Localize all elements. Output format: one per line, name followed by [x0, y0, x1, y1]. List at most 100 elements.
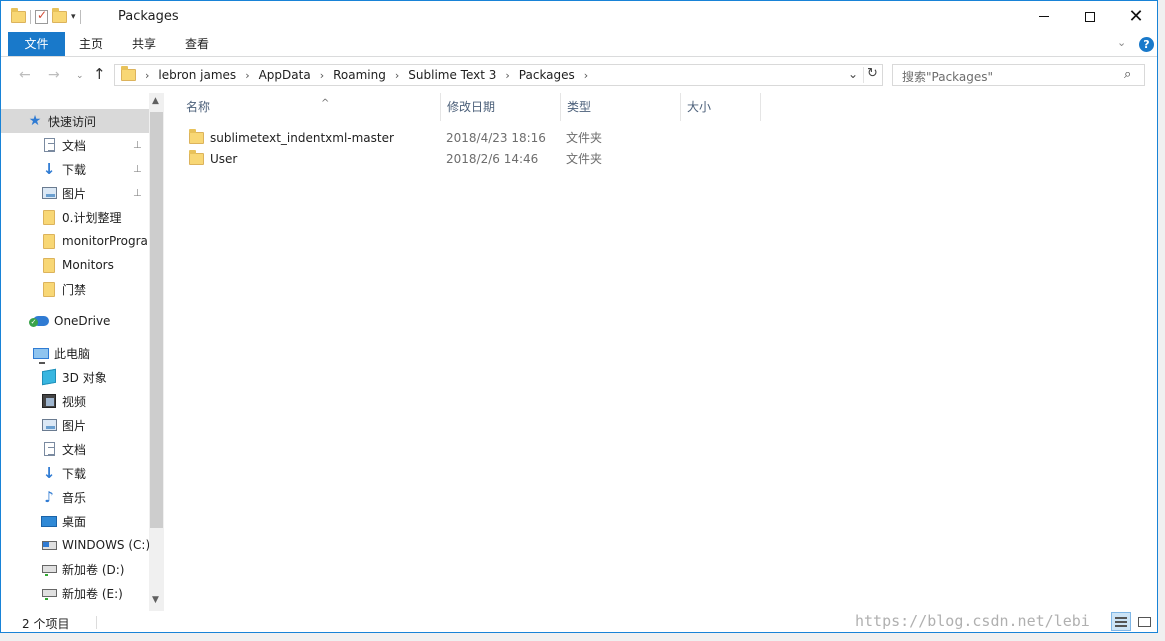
desktop-icon: [41, 513, 57, 529]
sidebar-item-folder[interactable]: Monitors: [1, 253, 149, 277]
breadcrumb-separator[interactable]: ›: [584, 69, 588, 82]
maximize-icon: [1085, 11, 1095, 22]
sidebar-item-drive-e[interactable]: 新加卷 (E:): [1, 581, 149, 605]
navigation-pane[interactable]: ★ 快速访问 文档 ⊥ ↓ 下载 ⊥ 图片 ⊥ 0.计划整理 monitorPr…: [1, 93, 165, 611]
column-header-size[interactable]: 大小: [681, 93, 761, 121]
sidebar-item-videos[interactable]: 视频: [1, 389, 149, 413]
address-dropdown-icon[interactable]: ⌄: [848, 67, 858, 81]
sidebar-item-downloads[interactable]: ↓ 下载 ⊥: [1, 157, 149, 181]
sidebar-item-pictures[interactable]: 图片: [1, 413, 149, 437]
download-icon: ↓: [42, 464, 56, 482]
folder-icon: [41, 209, 57, 225]
sidebar-item-pictures[interactable]: 图片 ⊥: [1, 181, 149, 205]
column-header-date[interactable]: 修改日期: [441, 93, 561, 121]
forward-icon[interactable]: →: [48, 67, 60, 83]
breadcrumb-separator[interactable]: ›: [320, 69, 324, 82]
sidebar-item-music[interactable]: ♪ 音乐: [1, 485, 149, 509]
toolbar-divider: [79, 10, 81, 24]
search-input[interactable]: 搜索"Packages": [902, 68, 993, 85]
details-view-button[interactable]: [1111, 612, 1131, 631]
sidebar-item-desktop[interactable]: 桌面: [1, 509, 149, 533]
column-header-name[interactable]: 名称 ^: [180, 93, 441, 121]
sidebar-item-drive-d[interactable]: 新加卷 (D:): [1, 557, 149, 581]
tab-share[interactable]: 共享: [117, 32, 171, 56]
file-type: 文件夹: [566, 152, 603, 166]
search-box[interactable]: 搜索"Packages" ⌕: [892, 64, 1145, 86]
breadcrumb-packages[interactable]: Packages: [519, 68, 575, 82]
recent-locations-icon[interactable]: ⌄: [76, 71, 84, 81]
search-icon[interactable]: ⌕: [1124, 67, 1131, 82]
pin-icon[interactable]: ⊥: [133, 188, 142, 199]
folder-icon: [189, 128, 204, 144]
sidebar-item-documents[interactable]: 文档 ⊥: [1, 133, 149, 157]
help-icon[interactable]: ?: [1139, 37, 1154, 52]
expand-ribbon-icon[interactable]: ⌄: [1117, 36, 1126, 49]
scroll-down-icon[interactable]: ▼: [152, 595, 159, 605]
pin-icon[interactable]: ⊥: [133, 140, 142, 151]
breadcrumb-separator[interactable]: ›: [145, 69, 149, 82]
up-icon[interactable]: ↑: [93, 65, 106, 83]
address-bar[interactable]: › lebron james › AppData › Roaming › Sub…: [114, 64, 883, 86]
large-icons-view-button[interactable]: [1134, 612, 1154, 631]
large-icons-view-icon: [1137, 616, 1151, 627]
watermark: https://blog.csdn.net/lebi: [855, 612, 1090, 630]
file-name: sublimetext_indentxml-master: [210, 130, 394, 145]
breadcrumb-roaming[interactable]: Roaming: [333, 68, 386, 82]
sidebar-item-drive-c[interactable]: WINDOWS (C:): [1, 533, 149, 557]
sidebar-item-documents[interactable]: 文档: [1, 437, 149, 461]
file-date: 2018/4/23 18:16: [446, 130, 546, 145]
details-view-icon: [1115, 616, 1127, 627]
scrollbar-thumb[interactable]: [150, 112, 163, 528]
folder-icon: [41, 233, 57, 249]
sidebar-item-downloads[interactable]: ↓ 下载: [1, 461, 149, 485]
folder-icon: [41, 257, 57, 273]
pin-icon[interactable]: ⊥: [133, 164, 142, 175]
sidebar-item-onedrive[interactable]: OneDrive: [1, 309, 149, 333]
title-bar[interactable]: ▾ Packages ✕: [1, 1, 1157, 32]
breadcrumb-sublime[interactable]: Sublime Text 3: [408, 68, 496, 82]
sidebar-item-this-pc[interactable]: 此电脑: [1, 341, 149, 365]
new-folder-icon[interactable]: [52, 8, 67, 23]
sidebar-item-folder[interactable]: 门禁: [1, 277, 149, 301]
breadcrumb-user[interactable]: lebron james: [158, 68, 236, 82]
picture-icon: [41, 417, 57, 433]
breadcrumb-separator[interactable]: ›: [505, 69, 509, 82]
customize-toolbar-icon[interactable]: ▾: [71, 12, 76, 22]
sidebar-item-3d-objects[interactable]: 3D 对象: [1, 365, 149, 389]
breadcrumb-appdata[interactable]: AppData: [259, 68, 311, 82]
tab-file[interactable]: 文件: [8, 32, 65, 56]
table-row[interactable]: sublimetext_indentxml-master 2018/4/23 1…: [180, 127, 760, 148]
drive-icon: [41, 585, 57, 601]
file-date: 2018/2/6 14:46: [446, 151, 539, 166]
tab-view[interactable]: 查看: [171, 32, 223, 56]
folder-icon[interactable]: [11, 8, 26, 23]
scroll-up-icon[interactable]: ▲: [152, 96, 159, 106]
refresh-icon[interactable]: ↻: [867, 66, 878, 81]
maximize-button[interactable]: [1067, 1, 1113, 32]
tab-home[interactable]: 主页: [65, 32, 117, 56]
close-button[interactable]: ✕: [1113, 1, 1157, 32]
properties-icon[interactable]: [35, 8, 48, 24]
music-icon: ♪: [44, 488, 54, 506]
address-divider: [863, 67, 864, 83]
computer-icon: [33, 345, 49, 364]
table-row[interactable]: User 2018/2/6 14:46 文件夹: [180, 148, 760, 169]
toolbar-divider: [30, 10, 31, 24]
picture-icon: [41, 185, 57, 201]
download-icon: ↓: [42, 160, 56, 178]
window-title: Packages: [118, 9, 179, 24]
file-list[interactable]: 名称 ^ 修改日期 类型 大小 sublimetext_indentxml-ma…: [165, 93, 1157, 611]
sidebar-item-folder[interactable]: monitorProgra: [1, 229, 149, 253]
file-type: 文件夹: [566, 131, 603, 145]
column-header-type[interactable]: 类型: [561, 93, 681, 121]
breadcrumb-separator[interactable]: ›: [245, 69, 249, 82]
back-icon[interactable]: ←: [19, 67, 31, 83]
sidebar-item-quick-access[interactable]: ★ 快速访问: [1, 109, 149, 133]
breadcrumb-separator[interactable]: ›: [395, 69, 399, 82]
sidebar-item-folder[interactable]: 0.计划整理: [1, 205, 149, 229]
close-icon: ✕: [1128, 6, 1144, 27]
video-icon: [41, 393, 57, 409]
navigation-scrollbar[interactable]: ▲ ▼: [149, 93, 164, 611]
column-header-label: 名称: [186, 100, 211, 114]
minimize-button[interactable]: [1021, 1, 1067, 32]
